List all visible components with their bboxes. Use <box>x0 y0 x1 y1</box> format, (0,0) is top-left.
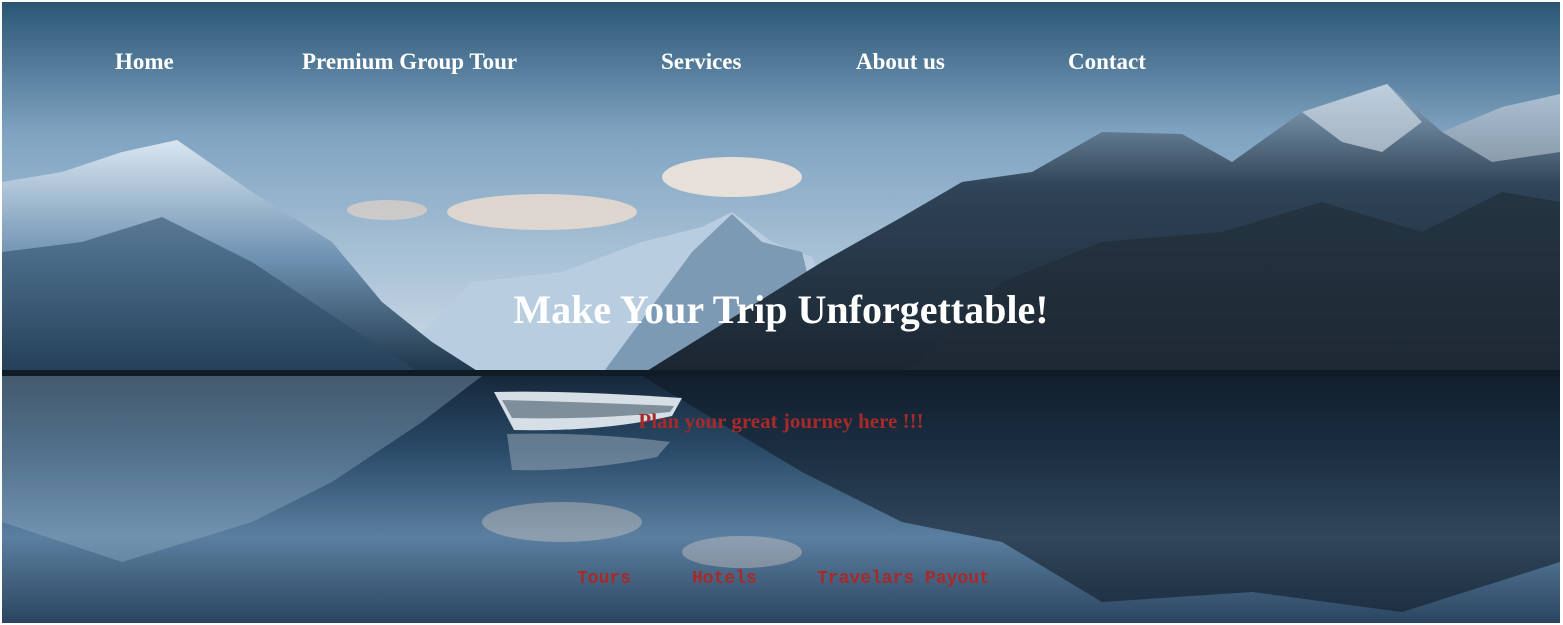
nav-home-link[interactable]: Home <box>115 48 174 76</box>
hero-banner: Home Premium Group Tour Services About u… <box>2 2 1560 623</box>
hero-tagline: Plan your great journey here !!! <box>638 409 924 433</box>
nav-premium-group-tour-link[interactable]: Premium Group Tour <box>302 48 517 76</box>
subnav-hotels-link[interactable]: Hotels <box>692 568 757 590</box>
main-nav: Home Premium Group Tour Services About u… <box>2 48 1560 82</box>
hero-headline: Make Your Trip Unforgettable! <box>513 287 1049 332</box>
nav-about-us-link[interactable]: About us <box>856 48 945 76</box>
subnav-travelars-payout-link[interactable]: Travelars Payout <box>817 568 990 590</box>
nav-services-link[interactable]: Services <box>661 48 741 76</box>
sub-nav: Tours Hotels Travelars Payout <box>2 568 1560 590</box>
nav-contact-link[interactable]: Contact <box>1068 48 1146 76</box>
subnav-tours-link[interactable]: Tours <box>577 568 631 590</box>
